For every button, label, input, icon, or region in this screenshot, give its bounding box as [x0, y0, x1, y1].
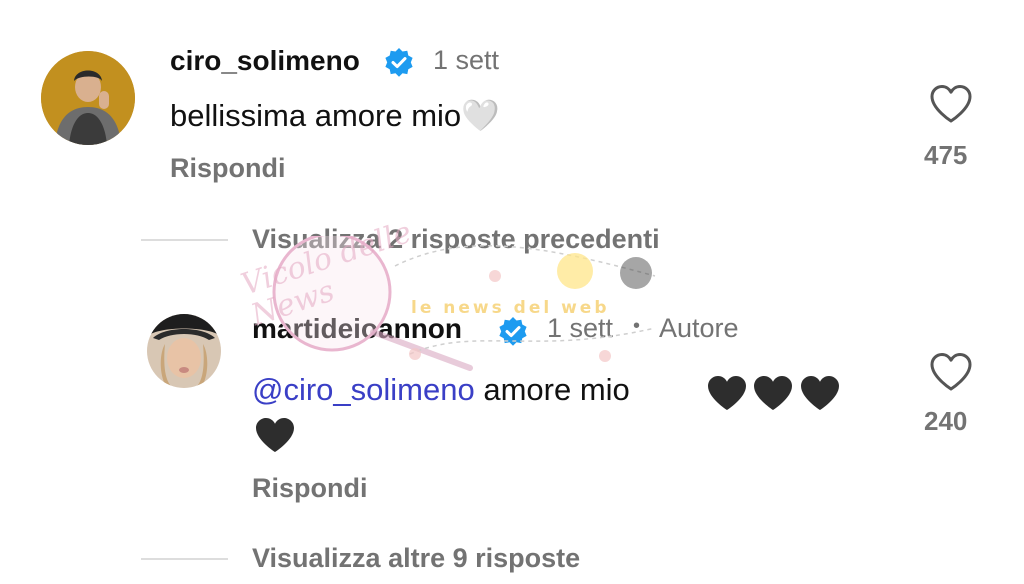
- reply-timestamp: 1 sett: [547, 313, 614, 343]
- divider-line: [141, 558, 228, 560]
- like-heart-icon[interactable]: [929, 84, 973, 129]
- reply-reply-button[interactable]: Rispondi: [252, 473, 368, 504]
- view-more-replies-button[interactable]: Visualizza altre 9 risposte: [252, 543, 580, 574]
- comment-reply-button[interactable]: Rispondi: [170, 153, 286, 184]
- reply-like-count: 240: [924, 406, 968, 436]
- black-heart-emoji: [252, 415, 298, 460]
- view-previous-replies-button[interactable]: Visualizza 2 risposte precedenti: [252, 224, 660, 255]
- comment-text-body: bellissima amore mio: [170, 98, 462, 133]
- avatar-marti[interactable]: [147, 314, 221, 388]
- comment-like-count: 475: [924, 140, 968, 170]
- reply-text: @ciro_solimeno amore mio: [252, 371, 630, 408]
- verified-badge-icon: [497, 316, 529, 353]
- verified-badge-icon: [383, 47, 415, 84]
- comment-text: bellissima amore mio🤍: [170, 97, 500, 135]
- comment-username[interactable]: ciro_solimeno: [170, 45, 360, 77]
- mention-link[interactable]: @ciro_solimeno: [252, 372, 475, 407]
- watermark-logo: Vicolo delle News le news del web: [235, 215, 665, 386]
- white-heart-emoji: 🤍: [461, 98, 500, 134]
- meta-separator: •: [633, 315, 641, 337]
- divider-line: [141, 239, 228, 241]
- avatar-ciro[interactable]: [41, 51, 135, 145]
- like-heart-icon[interactable]: [929, 352, 973, 397]
- reply-text-body: amore mio: [474, 372, 630, 407]
- reply-username[interactable]: martideioannon: [252, 313, 462, 345]
- black-hearts-emoji-row: [705, 373, 845, 418]
- comment-timestamp: 1 sett: [433, 45, 500, 75]
- author-label: Autore: [659, 313, 739, 343]
